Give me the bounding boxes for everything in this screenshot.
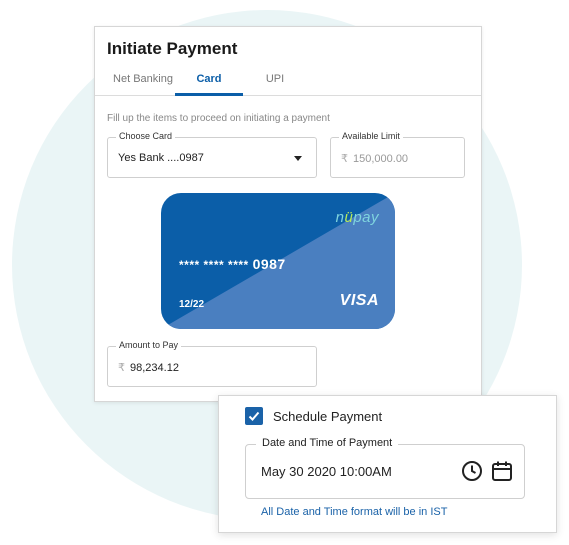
schedule-payment-label: Schedule Payment [273,409,383,424]
card-number: **** **** **** 0987 [179,256,286,272]
available-limit-label: Available Limit [339,131,403,141]
card-number-last4: 0987 [252,256,286,272]
payment-datetime-value[interactable]: May 30 2020 10:00AM [261,464,392,479]
rupee-icon: ₹ [118,362,125,374]
initiate-payment-panel: Initiate Payment Net Banking Card UPI Fi… [94,26,482,402]
choose-card-select[interactable]: Choose Card Yes Bank ....0987 [107,131,317,178]
tab-upi[interactable]: UPI [255,73,295,85]
chevron-down-icon[interactable] [294,156,302,161]
checkmark-icon [248,411,260,421]
credit-card-preview: nüpay **** **** **** 0987 12/22 VISA [161,193,395,329]
amount-value[interactable]: 98,234.12 [130,362,179,374]
clock-icon[interactable] [461,460,483,487]
available-limit-field: Available Limit ₹150,000.00 [330,131,465,178]
available-limit-value: 150,000.00 [353,153,409,165]
tab-net-banking[interactable]: Net Banking [113,73,173,85]
payment-datetime-field[interactable]: Date and Time of Payment May 30 2020 10:… [245,437,525,499]
instructions-text: Fill up the items to proceed on initiati… [107,113,330,124]
nupay-logo: nüpay [335,209,379,226]
tab-card[interactable]: Card [175,73,243,85]
page-title: Initiate Payment [107,39,238,58]
schedule-payment-checkbox[interactable] [245,407,263,425]
schedule-payment-card: Schedule Payment Date and Time of Paymen… [218,395,557,533]
card-number-masked: **** **** **** [179,258,249,272]
calendar-icon[interactable] [491,460,513,487]
visa-logo: VISA [339,292,379,309]
amount-to-pay-label: Amount to Pay [116,340,182,350]
active-tab-indicator [175,93,243,96]
card-expiry: 12/22 [179,299,205,310]
amount-to-pay-field[interactable]: Amount to Pay ₹98,234.12 [107,340,317,387]
choose-card-label: Choose Card [116,131,176,141]
payment-tabs: Net Banking Card UPI [95,69,481,96]
choose-card-value: Yes Bank ....0987 [118,152,204,164]
payment-datetime-label: Date and Time of Payment [256,437,399,449]
rupee-icon: ₹ [341,153,348,165]
timezone-note: All Date and Time format will be in IST [261,506,448,518]
